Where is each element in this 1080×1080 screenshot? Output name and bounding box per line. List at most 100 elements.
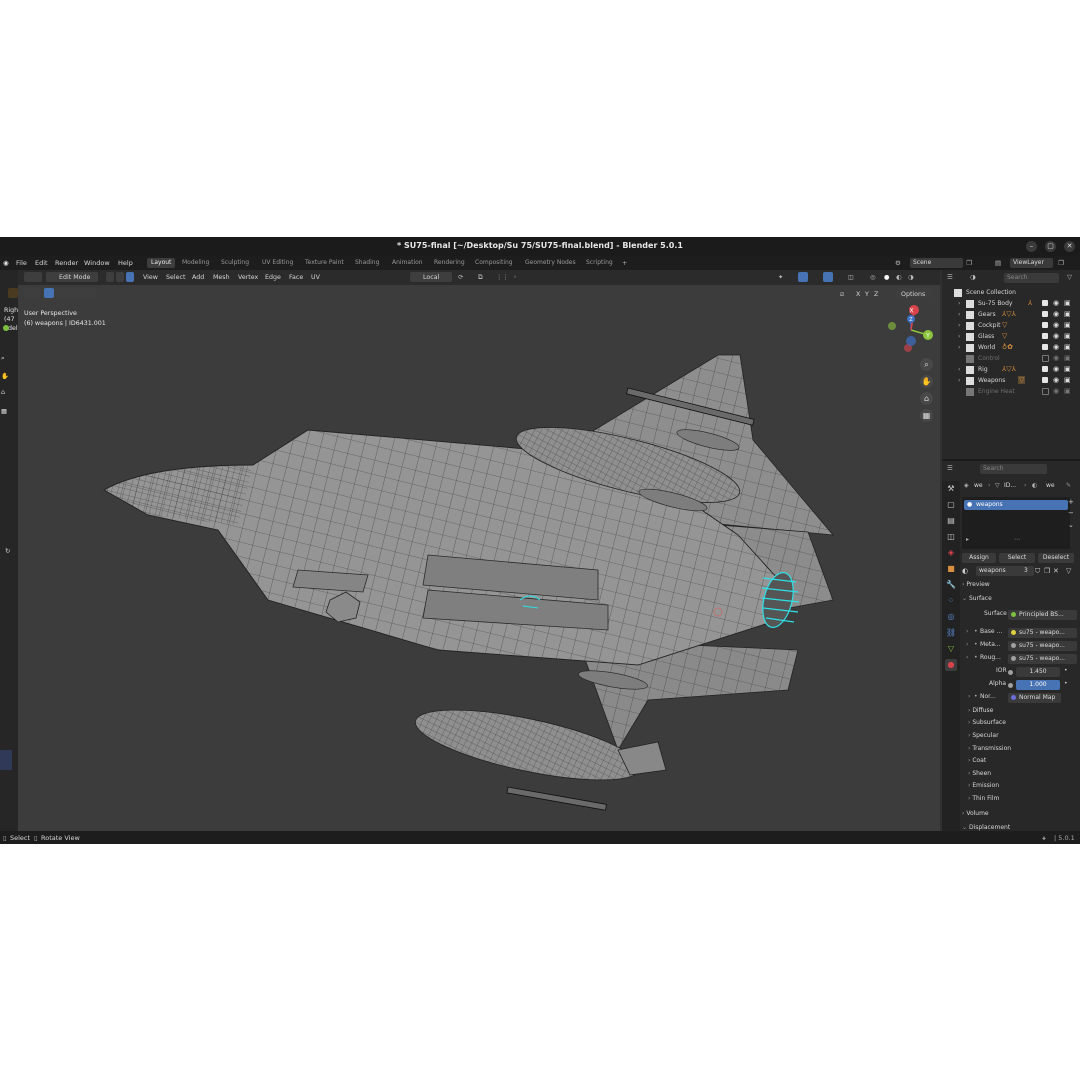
expand-icon[interactable]: ▸ bbox=[966, 536, 969, 543]
menu-render[interactable]: Render bbox=[55, 259, 78, 267]
scene-selector[interactable]: Scene bbox=[910, 258, 963, 268]
camera-icon[interactable]: ▣ bbox=[1064, 321, 1071, 329]
constraints-tab-icon[interactable]: ⛓ bbox=[945, 627, 957, 639]
collection-row-gears[interactable]: › Gears ⅄▽⅄ ◉ ▣ bbox=[942, 310, 1078, 321]
tab-shading[interactable]: Shading bbox=[351, 258, 383, 268]
minimize-button[interactable]: – bbox=[1026, 241, 1037, 252]
base-color-field[interactable]: su75 - weapo... bbox=[1008, 628, 1077, 638]
tab-compositing[interactable]: Compositing bbox=[471, 258, 517, 268]
keyframe-icon[interactable]: • bbox=[1064, 667, 1068, 674]
subpanel-coat[interactable]: › Coat bbox=[968, 757, 1080, 769]
collection-row-weapons[interactable]: › Weapons ▽ ◉ ▣ bbox=[942, 376, 1078, 387]
eye-icon[interactable]: ◉ bbox=[1053, 299, 1059, 307]
subpanel-transmission[interactable]: › Transmission bbox=[968, 745, 1080, 757]
collection-row-cockpit[interactable]: › Cockpit ▽ ◉ ▣ bbox=[942, 321, 1078, 332]
tab-geometry-nodes[interactable]: Geometry Nodes bbox=[521, 258, 580, 268]
eye-icon[interactable]: ◉ bbox=[1053, 376, 1059, 384]
select-tool-icon[interactable] bbox=[8, 288, 18, 298]
tab-uv-editing[interactable]: UV Editing bbox=[258, 258, 297, 268]
properties-search-input[interactable]: Search bbox=[980, 464, 1047, 474]
collection-row-engine-heat[interactable]: Engine Heat ◉ ▣ bbox=[942, 387, 1078, 398]
collection-row-su75-body[interactable]: › Su-75 Body ⅄ ◉ ▣ bbox=[942, 299, 1078, 310]
menu-edit[interactable]: Edit bbox=[35, 259, 48, 267]
camera-icon[interactable]: ▣ bbox=[1064, 376, 1071, 384]
subpanel-diffuse[interactable]: › Diffuse bbox=[968, 707, 1080, 719]
assign-button[interactable]: Assign bbox=[962, 553, 996, 563]
subpanel-thin-film[interactable]: › Thin Film bbox=[968, 795, 1080, 807]
select-button[interactable]: Select bbox=[999, 553, 1035, 563]
scene-icon[interactable]: ⚙ bbox=[895, 259, 901, 267]
subpanel-emission[interactable]: › Emission bbox=[968, 782, 1080, 794]
eye-icon[interactable]: ◉ bbox=[1053, 332, 1059, 340]
material-tab-icon[interactable]: ● bbox=[945, 659, 957, 671]
exclude-checkbox[interactable] bbox=[1042, 300, 1048, 306]
subpanel-sheen[interactable]: › Sheen bbox=[968, 770, 1080, 782]
metallic-field[interactable]: su75 - weapo... bbox=[1008, 641, 1077, 651]
outliner-search-input[interactable]: Search bbox=[1004, 273, 1059, 283]
scene-collection-row[interactable]: Scene Collection bbox=[942, 288, 1078, 299]
eye-icon[interactable]: ◉ bbox=[1053, 321, 1059, 329]
eye-icon[interactable]: ◉ bbox=[1053, 365, 1059, 373]
view-layer-selector[interactable]: ViewLayer bbox=[1010, 258, 1053, 268]
particles-tab-icon[interactable]: ⁘ bbox=[945, 595, 957, 607]
collection-row-control[interactable]: Control ◉ ▣ bbox=[942, 354, 1078, 365]
camera-icon[interactable]: ▣ bbox=[1064, 354, 1071, 362]
collection-row-glass[interactable]: › Glass ▽ ◉ ▣ bbox=[942, 332, 1078, 343]
close-button[interactable]: ✕ bbox=[1064, 241, 1075, 252]
tab-animation[interactable]: Animation bbox=[388, 258, 427, 268]
view-layer-icon[interactable]: ▤ bbox=[995, 259, 1001, 267]
collection-row-world[interactable]: › World ♁✿ ◉ ▣ bbox=[942, 343, 1078, 354]
physics-tab-icon[interactable]: ◎ bbox=[945, 611, 957, 623]
exclude-checkbox[interactable] bbox=[1042, 311, 1048, 317]
surface-section[interactable]: ⌄ Surface bbox=[962, 595, 1078, 607]
filter-icon[interactable]: ◑ bbox=[970, 273, 976, 281]
modifier-tab-icon[interactable]: 🔧 bbox=[945, 579, 957, 591]
cursor-icon[interactable]: ↻ bbox=[5, 548, 10, 555]
camera-icon[interactable]: ▣ bbox=[1064, 387, 1071, 395]
tab-sculpting[interactable]: Sculpting bbox=[217, 258, 253, 268]
tab-rendering[interactable]: Rendering bbox=[430, 258, 469, 268]
exclude-checkbox[interactable] bbox=[1042, 355, 1049, 362]
tab-layout[interactable]: Layout bbox=[147, 258, 176, 268]
tool-tab-icon[interactable]: ⚒ bbox=[945, 483, 957, 495]
material-filter-icon[interactable]: ▽ bbox=[1066, 567, 1071, 575]
zoom-icon[interactable]: ⌕ bbox=[1, 355, 5, 363]
add-workspace-icon[interactable]: + bbox=[622, 259, 627, 267]
normal-map-field[interactable]: Normal Map bbox=[1008, 693, 1061, 703]
menu-window[interactable]: Window bbox=[84, 259, 110, 267]
material-users-count[interactable]: 3 bbox=[1022, 566, 1034, 576]
eye-icon[interactable]: ◉ bbox=[1053, 310, 1059, 318]
properties-editor-icon[interactable]: ☰ bbox=[947, 464, 953, 472]
camera-icon[interactable]: ▣ bbox=[1064, 365, 1071, 373]
new-view-layer-icon[interactable]: ❐ bbox=[1058, 259, 1064, 267]
eye-icon[interactable]: ◉ bbox=[1053, 343, 1059, 351]
camera-icon[interactable]: ▣ bbox=[1064, 299, 1071, 307]
ior-field[interactable]: 1.450 bbox=[1016, 667, 1060, 677]
scene-tab-icon[interactable]: ◈ bbox=[945, 547, 957, 559]
camera-icon[interactable]: ▣ bbox=[1064, 310, 1071, 318]
roughness-field[interactable]: su75 - weapo... bbox=[1008, 654, 1077, 664]
exclude-checkbox[interactable] bbox=[1042, 366, 1048, 372]
outliner-filter-icon[interactable]: ▽ bbox=[1067, 273, 1072, 281]
unlink-material-icon[interactable]: ✕ bbox=[1053, 567, 1059, 575]
eye-icon[interactable]: ◉ bbox=[1053, 354, 1059, 362]
drag-handle-icon[interactable]: ⋯ bbox=[1014, 536, 1020, 543]
data-tab-icon[interactable]: ▽ bbox=[945, 643, 957, 655]
material-browse-icon[interactable]: ◐ bbox=[962, 567, 968, 575]
eye-icon[interactable]: ◉ bbox=[1053, 387, 1059, 395]
slot-menu-icon[interactable]: ⌄ bbox=[1068, 521, 1074, 529]
pan-icon[interactable]: ✋ bbox=[1, 372, 9, 380]
exclude-checkbox[interactable] bbox=[1042, 322, 1048, 328]
remove-slot-icon[interactable]: − bbox=[1068, 509, 1074, 517]
camera-icon[interactable]: ▣ bbox=[1064, 332, 1071, 340]
grid-icon[interactable]: ▦ bbox=[1, 408, 7, 415]
tab-modeling[interactable]: Modeling bbox=[178, 258, 213, 268]
volume-section[interactable]: › Volume bbox=[962, 810, 1078, 822]
blender-logo-icon[interactable]: ◉ bbox=[3, 259, 9, 267]
pin-icon[interactable]: ✎ bbox=[1066, 482, 1071, 489]
keyframe-icon[interactable]: • bbox=[1064, 680, 1068, 687]
tab-scripting[interactable]: Scripting bbox=[582, 258, 617, 268]
duplicate-material-icon[interactable]: ❐ bbox=[1044, 567, 1050, 575]
aircraft-mesh[interactable] bbox=[18, 270, 940, 831]
surface-shader-field[interactable]: Principled BS... bbox=[1008, 610, 1077, 620]
